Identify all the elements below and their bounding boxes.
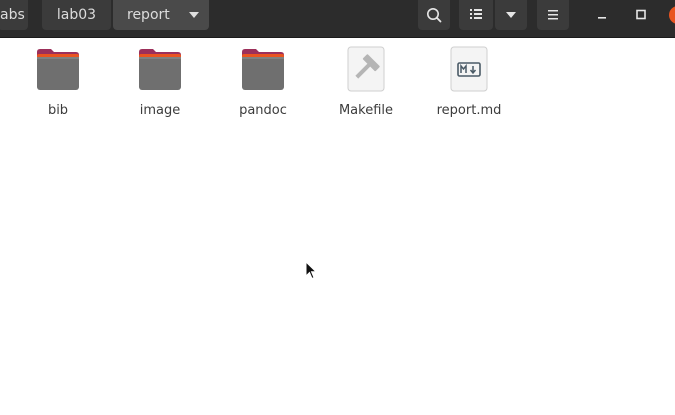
makefile-hammer-icon bbox=[347, 46, 385, 92]
search-button[interactable] bbox=[418, 0, 450, 30]
file-item-makefile[interactable]: Makefile bbox=[316, 46, 416, 118]
minimize-icon bbox=[598, 17, 606, 19]
view-mode-button[interactable] bbox=[459, 0, 493, 30]
breadcrumb-dropdown-icon bbox=[189, 12, 199, 18]
maximize-button[interactable] bbox=[626, 0, 656, 30]
folder-icon bbox=[37, 49, 79, 90]
file-manager-window: abs lab03 report bib image pandoc Makefi… bbox=[0, 0, 675, 415]
folder-icon bbox=[242, 49, 284, 90]
file-name: pandoc bbox=[239, 103, 287, 118]
file-name: report.md bbox=[436, 103, 502, 118]
main-menu-button[interactable] bbox=[537, 0, 569, 30]
file-view: bib image pandoc Makefile report.md bbox=[0, 38, 675, 415]
hamburger-menu-icon bbox=[548, 10, 558, 20]
breadcrumb-current-label: report bbox=[127, 7, 170, 23]
breadcrumb-item-lab03[interactable]: lab03 bbox=[42, 0, 111, 30]
markdown-file-icon bbox=[450, 46, 488, 92]
chevron-down-icon bbox=[506, 12, 516, 18]
folder-icon bbox=[139, 49, 181, 90]
list-view-icon bbox=[470, 9, 482, 19]
file-item-report-md[interactable]: report.md bbox=[419, 46, 519, 118]
file-item-image[interactable]: image bbox=[110, 46, 210, 118]
close-button[interactable] bbox=[669, 6, 675, 24]
file-name: Makefile bbox=[338, 103, 394, 118]
breadcrumb-item-labs[interactable]: abs bbox=[0, 0, 28, 30]
file-name: bib bbox=[47, 103, 69, 118]
file-item-bib[interactable]: bib bbox=[8, 46, 108, 118]
file-name: image bbox=[139, 103, 181, 118]
search-icon bbox=[427, 8, 442, 23]
maximize-icon bbox=[636, 9, 646, 20]
view-options-dropdown-button[interactable] bbox=[495, 0, 527, 30]
header-bar: abs lab03 report bbox=[0, 0, 675, 38]
minimize-button[interactable] bbox=[588, 0, 618, 30]
breadcrumb-item-report[interactable]: report bbox=[113, 0, 209, 30]
file-item-pandoc[interactable]: pandoc bbox=[213, 46, 313, 118]
mouse-pointer-icon bbox=[305, 261, 319, 281]
